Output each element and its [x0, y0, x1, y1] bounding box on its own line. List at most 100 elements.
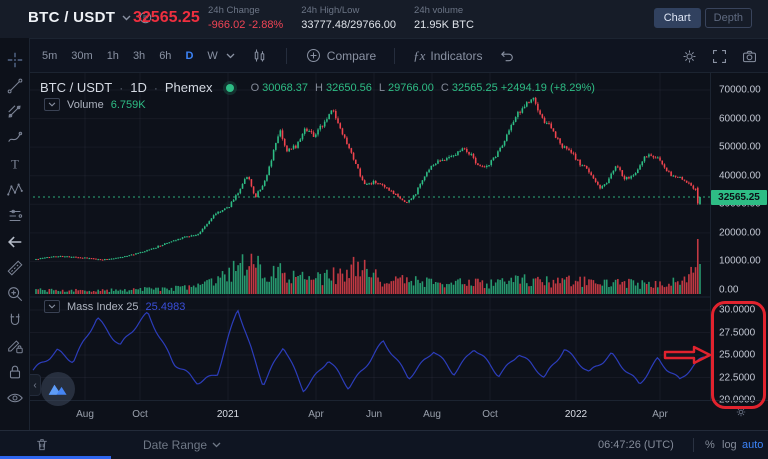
chevron-down-icon	[212, 442, 221, 448]
lock-drawings-tool[interactable]	[6, 333, 24, 359]
fibonacci-tool[interactable]	[6, 99, 24, 125]
mass-index-label: Mass Index 25	[67, 301, 139, 313]
toolbar-divider	[394, 48, 395, 64]
volume-collapse-button[interactable]	[44, 98, 60, 111]
log-scale-toggle[interactable]: log	[722, 439, 737, 451]
chart-canvas[interactable]	[30, 73, 710, 400]
hide-all-eye-icon[interactable]	[6, 385, 24, 411]
time-axis-label: Apr	[652, 409, 668, 420]
hide-panel-arrow[interactable]	[6, 229, 24, 255]
measure-tool[interactable]	[6, 255, 24, 281]
mass-axis-label: 25.0000	[719, 350, 755, 361]
indicators-label: Indicators	[430, 49, 482, 63]
mass-axis-label: 27.5000	[719, 327, 755, 338]
text-tool[interactable]: T	[6, 151, 24, 177]
undo-button[interactable]	[498, 47, 515, 64]
time-axis-label: Jun	[366, 409, 382, 420]
price-axis[interactable]: 70000.0060000.0050000.0040000.0030000.00…	[710, 73, 768, 400]
market-stat: 24h volume21.95K BTC	[414, 3, 474, 33]
change-value: +2494.19 (+8.29%)	[501, 82, 595, 94]
price-axis-label: 10000.00	[719, 256, 761, 267]
chart-settings-button[interactable]	[681, 48, 698, 65]
collapse-pane-handle[interactable]: ‹	[30, 374, 41, 396]
volume-value: 6.759K	[111, 99, 146, 111]
depth-view-button[interactable]: Depth	[705, 8, 752, 28]
percent-scale-toggle[interactable]: %	[705, 439, 715, 451]
mass-index-legend: Mass Index 25 25.4983	[44, 300, 185, 313]
last-price: 32565.25	[133, 9, 200, 27]
interval-D[interactable]: D	[185, 50, 193, 62]
market-stats: 24h Change-966.02 -2.88% 24h High/Low3377…	[208, 3, 492, 33]
expand-icon	[711, 48, 728, 65]
trading-app: BTC / USDT 32565.25 24h Change-966.02 -2…	[0, 0, 768, 459]
interval-more-button[interactable]	[226, 53, 235, 59]
volume-label: Volume	[67, 99, 104, 111]
toolbar-right	[681, 39, 758, 74]
pattern-tool[interactable]	[6, 177, 24, 203]
interval-6h[interactable]: 6h	[159, 50, 171, 62]
price-axis-label: 40000.00	[719, 170, 761, 181]
chart-view-button[interactable]: Chart	[654, 8, 701, 28]
caret-down-icon	[122, 15, 131, 21]
interval-selector: 5m 30m 1h 3h 6h D W	[42, 50, 218, 62]
volume-legend: Volume 6.759K	[44, 98, 146, 111]
crosshair-tool[interactable]	[6, 47, 24, 73]
screenshot-button[interactable]	[741, 48, 758, 65]
indicators-button[interactable]: ƒx Indicators	[413, 48, 482, 64]
time-axis-label: 2022	[565, 409, 587, 420]
mass-axis-label: 30.0000	[719, 305, 755, 316]
undo-icon	[498, 47, 515, 64]
chart-type-button[interactable]	[251, 47, 268, 64]
market-stat: 24h Change-966.02 -2.88%	[208, 3, 283, 33]
date-range-selector[interactable]: Date Range	[143, 438, 221, 452]
interval-1h[interactable]: 1h	[107, 50, 119, 62]
timezone-clock[interactable]: 06:47:26 (UTC)	[598, 439, 674, 451]
lock-icon[interactable]	[6, 359, 24, 385]
current-price-tag: 32565.25	[711, 190, 767, 205]
interval-3h[interactable]: 3h	[133, 50, 145, 62]
chevron-down-icon	[226, 53, 235, 59]
interval-W[interactable]: W	[207, 50, 217, 62]
toolbar-divider	[286, 48, 287, 64]
legend-exchange: Phemex	[165, 80, 213, 95]
time-axis-label: Aug	[423, 409, 441, 420]
view-switcher: Chart Depth	[654, 8, 752, 28]
auto-scale-toggle[interactable]: auto	[742, 439, 763, 451]
compare-label: Compare	[327, 49, 376, 63]
brush-tool[interactable]	[6, 125, 24, 151]
bottom-divider	[693, 438, 694, 452]
interval-30m[interactable]: 30m	[71, 50, 92, 62]
magnet-tool[interactable]	[6, 307, 24, 333]
symbol-label: BTC / USDT	[28, 9, 115, 26]
interval-5m[interactable]: 5m	[42, 50, 57, 62]
time-axis[interactable]: AugOct2021AprJunAugOct2022Apr	[30, 400, 768, 430]
mass-axis-label: 22.5000	[719, 372, 755, 383]
market-stat: 24h High/Low33777.48/29766.00	[301, 3, 396, 33]
fx-icon: ƒx	[413, 48, 425, 64]
gear-icon	[681, 48, 698, 65]
time-axis-label: Oct	[132, 409, 148, 420]
phemex-watermark-logo	[41, 372, 75, 406]
svg-text:T: T	[11, 158, 19, 172]
price-axis-label: 50000.00	[719, 142, 761, 153]
delete-drawings-button[interactable]	[34, 436, 50, 453]
plus-circle-icon	[305, 47, 322, 64]
fullscreen-button[interactable]	[711, 48, 728, 65]
price-axis-label: 0.00	[719, 284, 738, 295]
trend-line-tool[interactable]	[6, 73, 24, 99]
compare-button[interactable]: Compare	[305, 47, 376, 64]
bottom-bar: Date Range 06:47:26 (UTC) % log auto	[0, 430, 768, 459]
candles-icon	[251, 47, 268, 64]
legend-symbol: BTC / USDT	[40, 80, 112, 95]
forecast-tool[interactable]	[6, 203, 24, 229]
mass-index-collapse-button[interactable]	[44, 300, 60, 313]
price-axis-label: 70000.00	[719, 85, 761, 96]
time-axis-label: Aug	[76, 409, 94, 420]
ohlc-values: O30068.37 H32650.56 L29766.00 C32565.25 …	[251, 82, 595, 94]
price-axis-label: 60000.00	[719, 113, 761, 124]
zoom-in-tool[interactable]	[6, 281, 24, 307]
axis-settings-sun-icon[interactable]	[734, 405, 748, 419]
market-status-dot	[226, 84, 234, 92]
chart-legend: BTC / USDT · 1D · Phemex O30068.37 H3265…	[40, 80, 595, 95]
price-axis-label: 20000.00	[719, 227, 761, 238]
